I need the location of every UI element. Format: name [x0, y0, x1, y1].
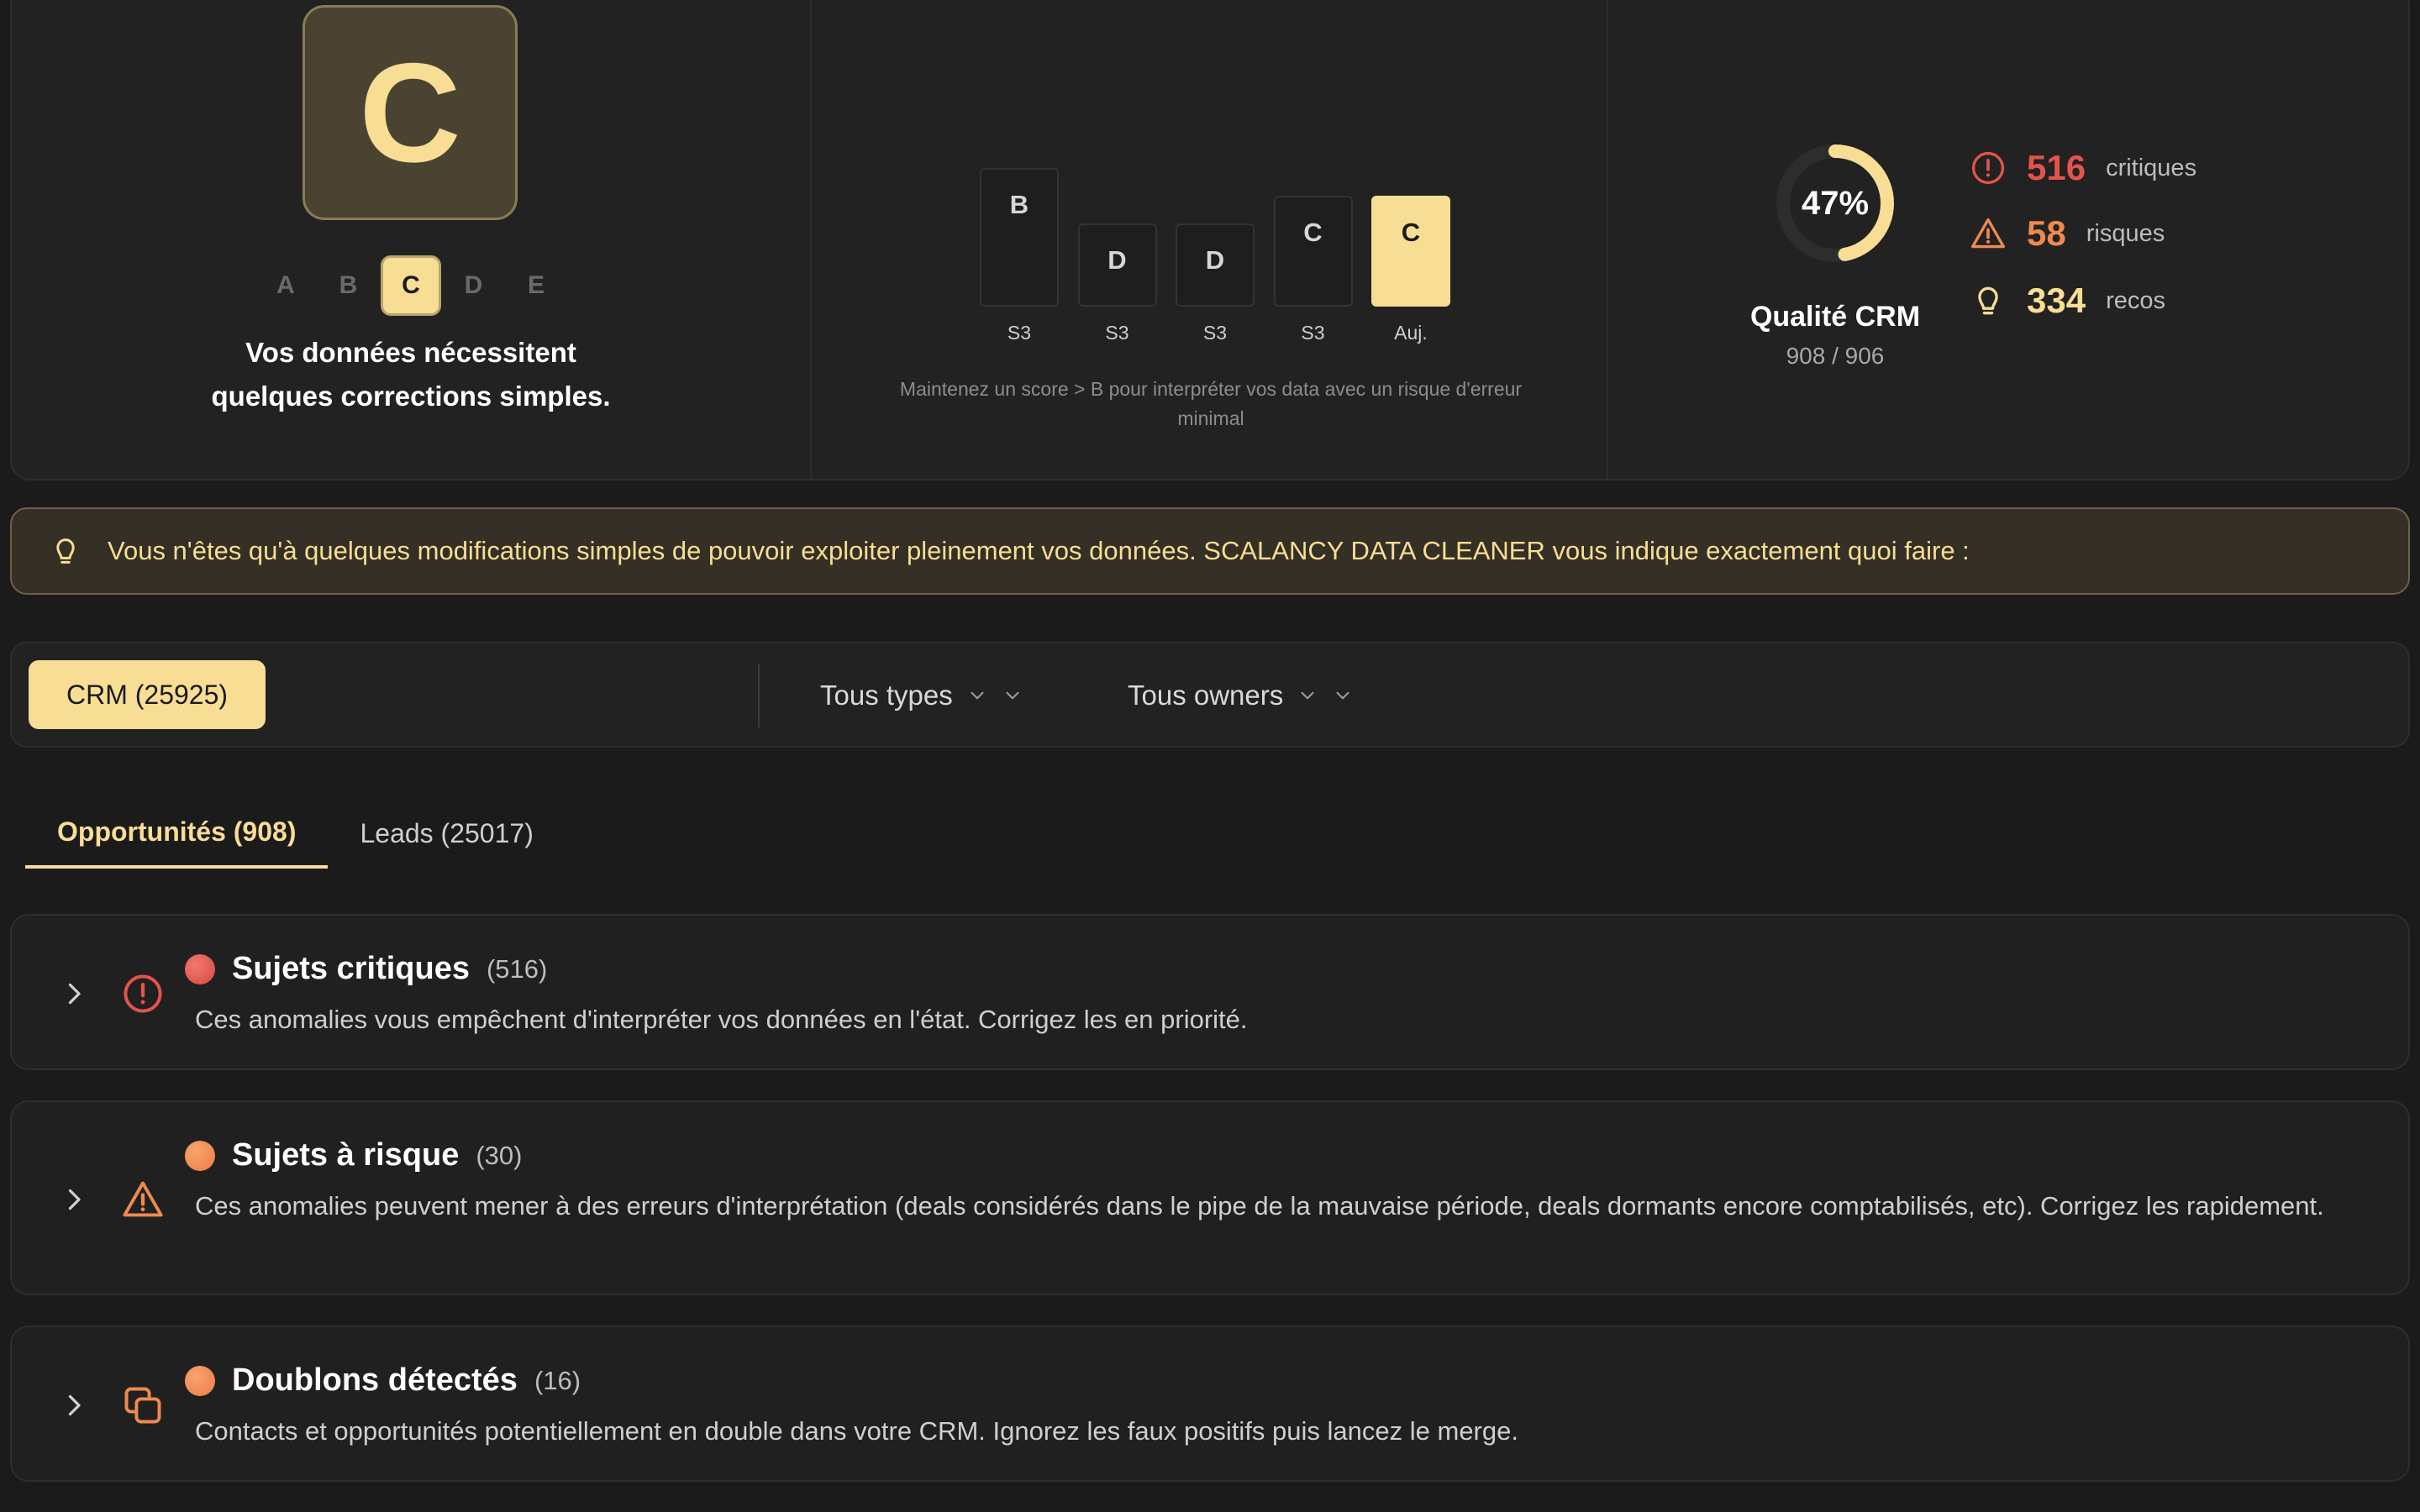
stat-risk-label: risques	[2086, 219, 2165, 247]
chevron-down-icon	[1006, 691, 1019, 700]
card-title-row: Sujets critiques (516)	[185, 951, 547, 987]
info-banner: Vous n'êtes qu'à quelques modifications …	[10, 507, 2410, 595]
duplicates-dot	[185, 1365, 215, 1396]
history-week-3: D S3	[1176, 223, 1255, 344]
stat-recos: 334 recos	[1970, 276, 2165, 326]
card-title: Sujets à risque	[232, 1137, 460, 1173]
duplicates-card[interactable]: Doublons détectés (16) Contacts et oppor…	[10, 1326, 2410, 1482]
grade-d: D	[464, 271, 483, 299]
history-week-1: B S3	[980, 168, 1059, 344]
type-select-value: Tous types	[820, 680, 953, 711]
quality-count: 908 / 906	[1786, 343, 1885, 369]
history-bar: C	[1273, 196, 1353, 307]
chevron-right-icon[interactable]	[59, 1390, 89, 1420]
history-bar: B	[980, 168, 1059, 307]
history-label-today: Auj.	[1394, 322, 1428, 344]
chevron-down-icon	[1301, 691, 1314, 700]
grade-history-chart: B S3 D S3 D S3 C S3 C Auj.	[980, 168, 1450, 344]
stat-risk: 58 risques	[1970, 208, 2165, 259]
tab-leads[interactable]: Leads (25017)	[328, 798, 565, 869]
duplicate-icon	[124, 1387, 161, 1424]
owner-select-value: Tous owners	[1128, 680, 1284, 711]
warning-triangle-icon	[123, 1181, 163, 1217]
critical-dot	[185, 953, 215, 984]
grade-c-active: C	[381, 255, 441, 316]
history-week-2: D S3	[1077, 223, 1157, 344]
grade-message: Vos données nécessitent quelques correct…	[96, 331, 726, 418]
history-bar: D	[1077, 223, 1157, 307]
history-label: S3	[1105, 322, 1129, 344]
chevron-right-icon[interactable]	[59, 979, 89, 1009]
alert-circle-icon	[124, 974, 162, 1013]
card-count: (30)	[476, 1140, 523, 1170]
lightbulb-icon	[1978, 286, 1998, 315]
grade-scale: A B C D E	[255, 255, 566, 316]
history-week-4: C S3	[1273, 196, 1353, 344]
crm-source-button[interactable]: CRM (25925)	[29, 660, 266, 729]
history-note: Maintenez un score > B pour interpréter …	[899, 378, 1523, 429]
risk-dot	[185, 1140, 215, 1171]
history-label: S3	[1301, 322, 1325, 344]
card-count: (16)	[534, 1365, 581, 1395]
chevron-right-icon[interactable]	[59, 1184, 89, 1215]
card-title-row: Doublons détectés (16)	[185, 1362, 581, 1399]
tab-opportunities[interactable]: Opportunités (908)	[25, 798, 329, 869]
stat-critical-value: 516	[2027, 148, 2086, 187]
history-bar: D	[1176, 223, 1255, 307]
grade-section: C A B C D E Vos données nécessitent quel…	[12, 0, 810, 479]
quality-label: Qualité CRM	[1749, 301, 1921, 333]
chevron-down-icon	[971, 691, 984, 700]
history-label: S3	[1007, 322, 1032, 344]
alert-circle-icon	[1971, 151, 2005, 185]
grade-history-section: B S3 D S3 D S3 C S3 C Auj. Maintenez un …	[810, 0, 1608, 479]
risk-issues-card[interactable]: Sujets à risque (30) Ces anomalies peuve…	[10, 1100, 2410, 1295]
type-select[interactable]: Tous types	[820, 669, 1023, 722]
warning-triangle-icon	[1971, 218, 2005, 249]
stat-recos-label: recos	[2106, 286, 2165, 314]
card-count: (516)	[486, 953, 548, 984]
card-title: Doublons détectés	[232, 1362, 518, 1398]
score-panel: C A B C D E Vos données nécessitent quel…	[10, 0, 2410, 480]
owner-select[interactable]: Tous owners	[1128, 669, 1354, 722]
quality-ring: 47%	[1772, 140, 1898, 266]
quality-section: 47% Qualité CRM 908 / 906 516 critiques	[1608, 0, 2408, 479]
chevron-down-icon	[1336, 691, 1349, 700]
history-label: S3	[1202, 322, 1228, 344]
quality-percent: 47%	[1801, 184, 1870, 222]
grade-b: B	[339, 271, 358, 299]
stat-critical: 516 critiques	[1970, 143, 2196, 193]
stat-risk-value: 58	[2027, 213, 2066, 253]
card-title: Sujets critiques	[232, 951, 470, 986]
grade-message-line-2: quelques corrections simples.	[211, 381, 611, 412]
history-bar-today: C	[1371, 196, 1450, 307]
card-description: Ces anomalies peuvent mener à des erreur…	[195, 1191, 2324, 1221]
card-description: Contacts et opportunités potentiellement…	[195, 1416, 1518, 1446]
critical-issues-card[interactable]: Sujets critiques (516) Ces anomalies vou…	[10, 914, 2410, 1070]
stat-critical-label: critiques	[2106, 154, 2197, 181]
card-description: Ces anomalies vous empêchent d'interprét…	[195, 1005, 1248, 1034]
card-title-row: Sujets à risque (30)	[185, 1137, 522, 1173]
info-banner-text: Vous n'êtes qu'à quelques modifications …	[108, 536, 1970, 565]
grade-e: E	[527, 271, 544, 299]
grade-a: A	[276, 271, 295, 299]
record-tabs: Opportunités (908) Leads (25017)	[25, 798, 566, 869]
filters-divider	[758, 664, 760, 727]
data-cleaner-page: C A B C D E Vos données nécessitent quel…	[0, 0, 2420, 1512]
lightbulb-icon	[56, 538, 75, 564]
history-today: C Auj.	[1371, 196, 1450, 344]
grade-message-line-1: Vos données nécessitent	[245, 337, 576, 368]
stat-recos-value: 334	[2027, 281, 2086, 320]
filters-bar: CRM (25925) Tous types Tous owners	[10, 642, 2410, 748]
current-grade-tile: C	[302, 5, 518, 220]
